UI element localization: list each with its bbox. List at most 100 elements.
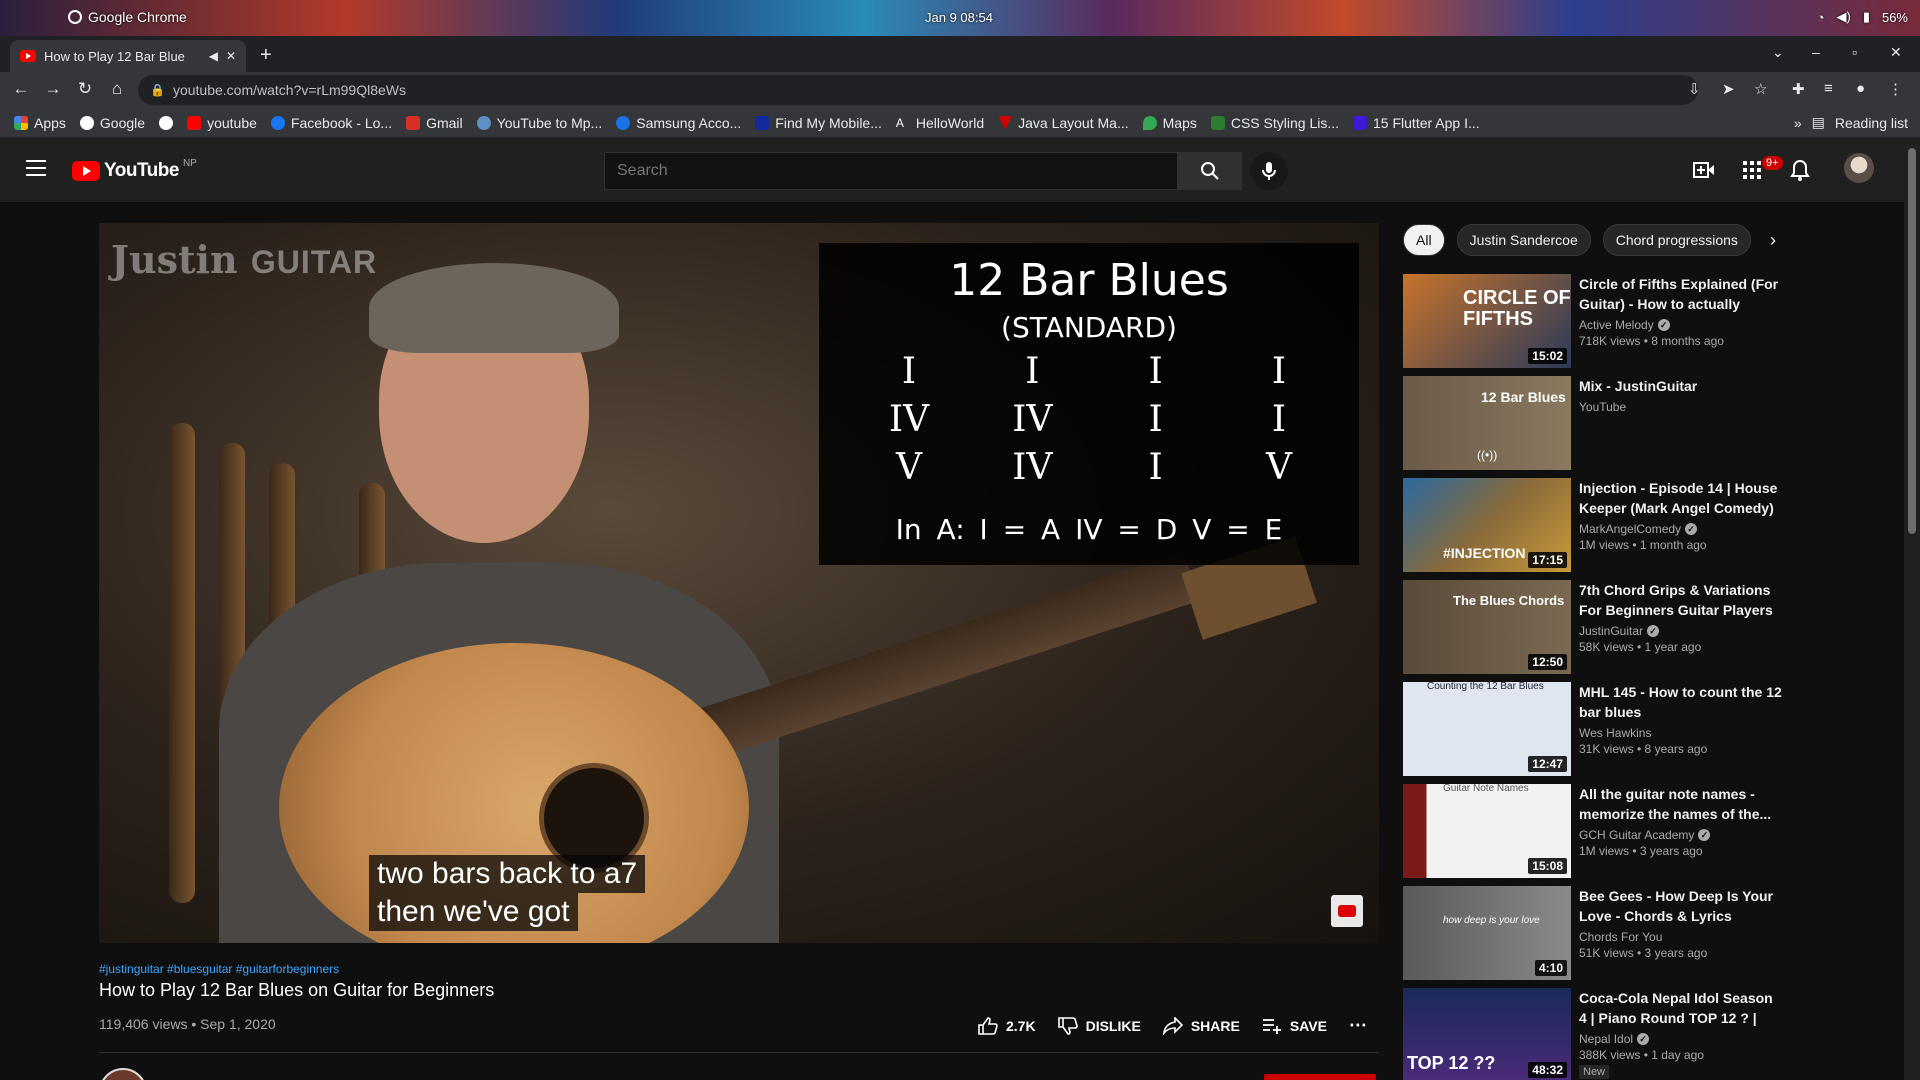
tab-audio-icon[interactable]: ◀ bbox=[209, 49, 218, 63]
bookmark-find-my-mobile[interactable]: Find My Mobile... bbox=[755, 115, 882, 131]
media-control-icon[interactable]: ≡ bbox=[1824, 80, 1833, 97]
bookmark-maps[interactable]: Maps bbox=[1142, 115, 1197, 131]
video-thumbnail[interactable]: The Blues Chords 12:50 bbox=[1403, 580, 1571, 674]
channel-avatar[interactable] bbox=[99, 1068, 147, 1080]
channel-name[interactable]: Active Melody bbox=[1579, 318, 1654, 332]
search-button[interactable] bbox=[1178, 152, 1242, 190]
recommendation-item[interactable]: #INJECTION 17:15 Injection - Episode 14 … bbox=[1403, 478, 1783, 572]
recommendation-title[interactable]: Mix - JustinGuitar bbox=[1579, 376, 1783, 396]
like-button[interactable]: 2.7K bbox=[978, 1016, 1036, 1035]
profile-icon[interactable]: ● bbox=[1856, 80, 1865, 97]
install-app-icon[interactable]: ⇩ bbox=[1688, 80, 1701, 98]
bookmark-samsung[interactable]: Samsung Acco... bbox=[616, 115, 741, 131]
bookmark-unnamed[interactable] bbox=[159, 115, 174, 130]
recommendation-title[interactable]: 7th Chord Grips & Variations For Beginne… bbox=[1579, 580, 1783, 620]
recommendation-title[interactable]: Injection - Episode 14 | House Keeper (M… bbox=[1579, 478, 1783, 518]
tab-search-icon[interactable]: ⌄ bbox=[1772, 44, 1784, 61]
recommendation-item[interactable]: how deep is your love 4:10 Bee Gees - Ho… bbox=[1403, 886, 1783, 980]
create-video-icon[interactable] bbox=[1692, 158, 1716, 182]
share-button[interactable]: SHARE bbox=[1162, 1016, 1240, 1035]
minimize-window-icon[interactable]: – bbox=[1812, 44, 1820, 60]
recommendation-title[interactable]: Circle of Fifths Explained (For Guitar) … bbox=[1579, 274, 1783, 314]
more-bookmarks-icon[interactable]: » bbox=[1794, 115, 1802, 131]
recommendation-title[interactable]: Coca-Cola Nepal Idol Season 4 | Piano Ro… bbox=[1579, 988, 1783, 1028]
forward-arrow-icon[interactable]: → bbox=[42, 79, 64, 99]
search-input[interactable] bbox=[604, 152, 1178, 190]
bookmark-facebook[interactable]: Facebook - Lo... bbox=[270, 115, 392, 131]
extensions-icon[interactable]: ✚ bbox=[1792, 80, 1805, 98]
save-button[interactable]: SAVE bbox=[1262, 1017, 1327, 1035]
channel-name[interactable]: Nepal Idol bbox=[1579, 1032, 1633, 1046]
bookmark-apps[interactable]: Apps bbox=[14, 115, 66, 131]
bookmark-google[interactable]: Google bbox=[79, 115, 145, 131]
tab-close-icon[interactable]: ✕ bbox=[226, 49, 236, 63]
recommendation-item[interactable]: The Blues Chords 12:50 7th Chord Grips &… bbox=[1403, 580, 1783, 674]
recommendation-item[interactable]: 12 Bar Blues ((•)) Mix - JustinGuitar Yo… bbox=[1403, 376, 1783, 470]
close-window-icon[interactable]: ✕ bbox=[1890, 44, 1902, 61]
page-scrollbar[interactable] bbox=[1904, 138, 1920, 1080]
notifications-bell-icon[interactable] bbox=[1788, 158, 1812, 182]
chevron-right-icon[interactable]: › bbox=[1770, 230, 1776, 251]
recommendation-title[interactable]: MHL 145 - How to count the 12 bar blues bbox=[1579, 682, 1783, 722]
chip-justin-sandercoe[interactable]: Justin Sandercoe bbox=[1456, 224, 1591, 256]
back-arrow-icon[interactable]: ← bbox=[10, 79, 32, 99]
bookmark-css-styling[interactable]: CSS Styling Lis... bbox=[1210, 115, 1339, 131]
dislike-button[interactable]: DISLIKE bbox=[1057, 1016, 1141, 1035]
video-thumbnail[interactable]: Guitar Note Names 15:08 bbox=[1403, 784, 1571, 878]
scrollbar-thumb[interactable] bbox=[1908, 148, 1916, 534]
video-player[interactable]: Justin GUITAR 12 Bar Blues (STANDARD) I … bbox=[99, 223, 1379, 943]
os-app-title[interactable]: Google Chrome bbox=[68, 9, 187, 25]
channel-name[interactable]: MarkAngelComedy bbox=[1579, 522, 1681, 536]
subscribe-button[interactable] bbox=[1264, 1074, 1376, 1080]
more-actions-icon[interactable]: ⋯ bbox=[1349, 1015, 1369, 1036]
bookmark-helloworld[interactable]: A HelloWorld bbox=[896, 115, 984, 131]
recommendation-title[interactable]: Bee Gees - How Deep Is Your Love - Chord… bbox=[1579, 886, 1783, 926]
video-thumbnail[interactable]: #INJECTION 17:15 bbox=[1403, 478, 1571, 572]
bookmark-flutter[interactable]: 15 Flutter App I... bbox=[1353, 115, 1480, 131]
bookmark-star-icon[interactable]: ☆ bbox=[1754, 80, 1767, 98]
google-icon bbox=[79, 115, 94, 130]
recommendation-title[interactable]: All the guitar note names - memorize the… bbox=[1579, 784, 1783, 824]
reload-icon[interactable]: ↻ bbox=[74, 79, 96, 99]
new-tab-button[interactable]: + bbox=[260, 44, 272, 67]
youtube-logo[interactable]: YouTube NP bbox=[72, 158, 197, 182]
voice-search-button[interactable] bbox=[1250, 152, 1288, 190]
video-thumbnail[interactable]: 12 Bar Blues ((•)) bbox=[1403, 376, 1571, 470]
youtube-icon bbox=[187, 115, 202, 130]
bookmark-youtube[interactable]: youtube bbox=[187, 115, 257, 131]
channel-name[interactable]: GCH Guitar Academy bbox=[1579, 828, 1694, 842]
apps-grid-icon[interactable] bbox=[1740, 158, 1764, 182]
bookmark-youtube-to-mp3[interactable]: YouTube to Mp... bbox=[476, 115, 602, 131]
bookmark-java-layout[interactable]: Java Layout Ma... bbox=[998, 115, 1129, 131]
chip-chord-progressions[interactable]: Chord progressions bbox=[1602, 224, 1751, 256]
video-hashtags[interactable]: #justinguitar #bluesguitar #guitarforbeg… bbox=[99, 962, 339, 976]
os-clock[interactable]: Jan 9 08:54 bbox=[925, 10, 993, 25]
channel-name[interactable]: YouTube bbox=[1579, 400, 1626, 414]
recommendation-item[interactable]: CIRCLE OF FIFTHS 15:02 Circle of Fifths … bbox=[1403, 274, 1783, 368]
channel-name[interactable]: Chords For You bbox=[1579, 930, 1662, 944]
account-avatar[interactable] bbox=[1844, 153, 1874, 183]
home-icon[interactable]: ⌂ bbox=[106, 79, 128, 99]
browser-tab-active[interactable]: How to Play 12 Bar Blue ◀ ✕ bbox=[10, 40, 246, 72]
chrome-menu-icon[interactable]: ⋮ bbox=[1888, 80, 1903, 98]
thumbnail-text: #INJECTION bbox=[1443, 545, 1526, 561]
maximize-window-icon[interactable]: ▫ bbox=[1852, 44, 1857, 60]
recommendation-item[interactable]: TOP 12 ?? 48:32 Coca-Cola Nepal Idol Sea… bbox=[1403, 988, 1783, 1080]
reading-list-button[interactable]: Reading list bbox=[1835, 115, 1908, 131]
thumbnail-text: Guitar Note Names bbox=[1443, 784, 1529, 794]
channel-name[interactable]: Wes Hawkins bbox=[1579, 726, 1651, 740]
menu-icon[interactable] bbox=[26, 160, 46, 176]
chip-all[interactable]: All bbox=[1403, 224, 1445, 256]
recommendation-item[interactable]: Guitar Note Names 15:08 All the guitar n… bbox=[1403, 784, 1783, 878]
video-thumbnail[interactable]: Counting the 12 Bar Blues 12:47 bbox=[1403, 682, 1571, 776]
send-icon[interactable]: ➤ bbox=[1722, 80, 1735, 98]
bookmark-gmail[interactable]: Gmail bbox=[406, 115, 463, 131]
address-bar[interactable]: 🔒 youtube.com/watch?v=rLm99Ql8eWs bbox=[138, 75, 1698, 105]
channel-watermark-icon[interactable] bbox=[1331, 895, 1363, 927]
video-thumbnail[interactable]: CIRCLE OF FIFTHS 15:02 bbox=[1403, 274, 1571, 368]
video-thumbnail[interactable]: TOP 12 ?? 48:32 bbox=[1403, 988, 1571, 1080]
video-thumbnail[interactable]: how deep is your love 4:10 bbox=[1403, 886, 1571, 980]
system-tray[interactable]: ◔ ◀) ▮ 56% bbox=[1817, 9, 1908, 25]
recommendation-item[interactable]: Counting the 12 Bar Blues 12:47 MHL 145 … bbox=[1403, 682, 1783, 776]
channel-name[interactable]: JustinGuitar bbox=[1579, 624, 1643, 638]
